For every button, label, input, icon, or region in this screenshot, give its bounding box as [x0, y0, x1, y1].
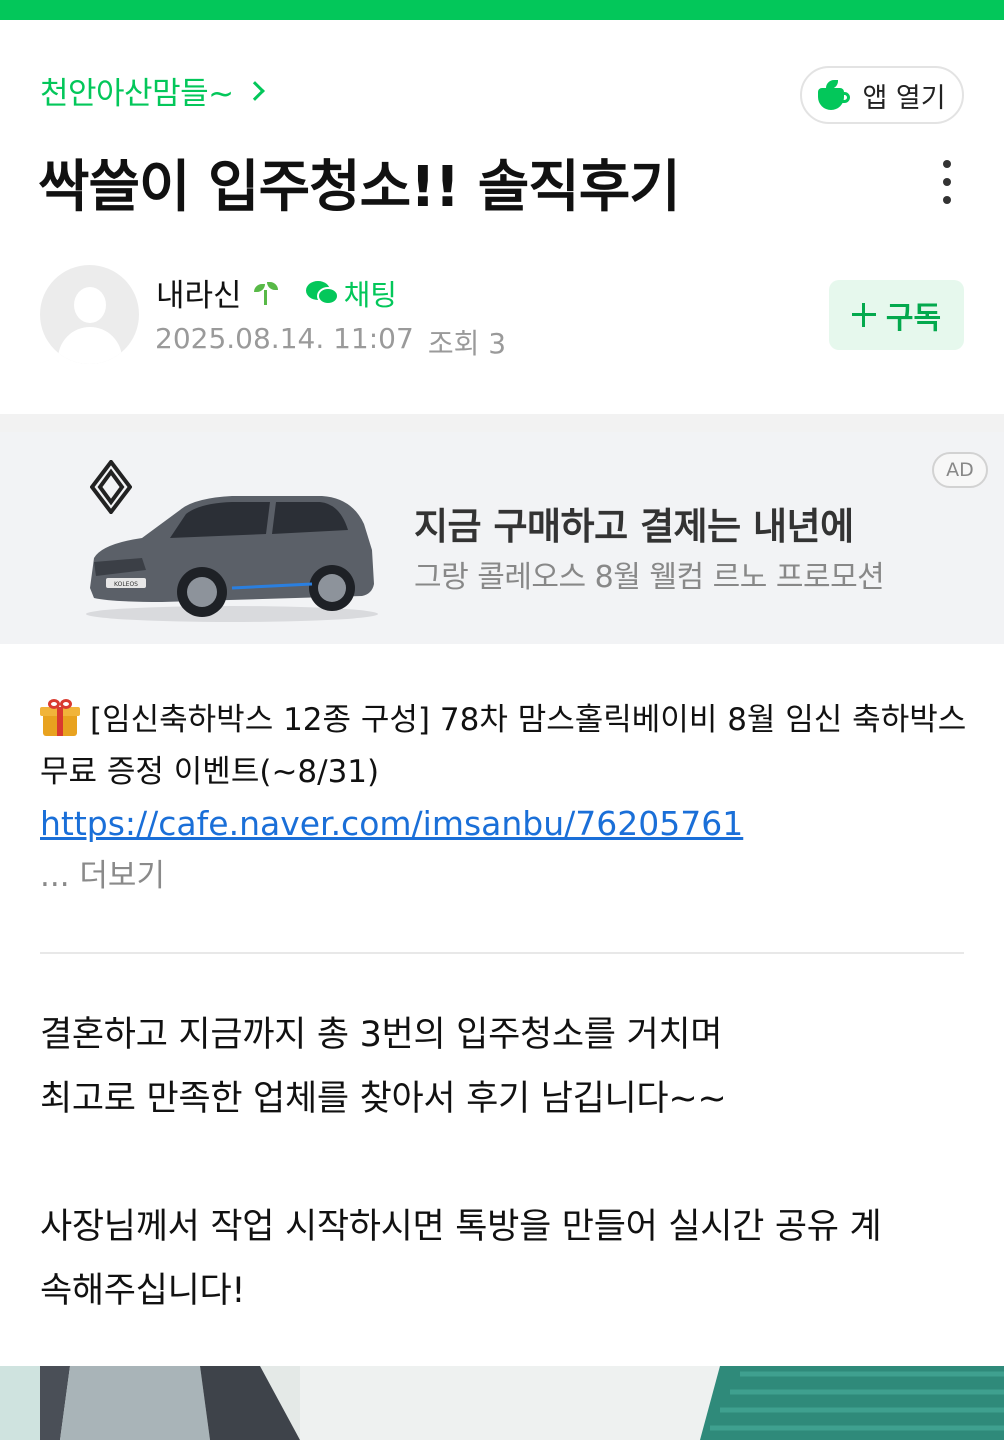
app-open-label: 앱 열기: [862, 82, 946, 114]
gift-icon: [40, 698, 80, 736]
avatar[interactable]: [40, 265, 139, 364]
plus-icon: [851, 303, 876, 327]
content-divider: [40, 952, 964, 954]
cafe-notice: [임신축하박스 12종 구성] 78차 맘스홀릭베이비 8월 임신 축하박스 무…: [40, 694, 970, 902]
section-divider: [0, 414, 1004, 432]
subscribe-button[interactable]: 구독: [829, 280, 964, 350]
body-line: 속해주십니다!: [40, 1271, 246, 1311]
cafe-name-link[interactable]: 천안아산맘들~: [40, 68, 265, 113]
coffee-cup-icon: [818, 80, 852, 110]
post-meta: 2025.08.14. 11:07 조회 3: [155, 322, 506, 362]
app-open-button[interactable]: 앱 열기: [800, 66, 964, 124]
post-photo[interactable]: [0, 1366, 1004, 1440]
author-name[interactable]: 내라신: [156, 270, 242, 315]
cafe-name: 천안아산맘들~: [40, 76, 234, 112]
subscribe-label: 구독: [885, 301, 942, 336]
post-title: 싹쓸이 입주청소!! 솔직후기: [38, 155, 681, 220]
ad-badge[interactable]: AD: [932, 452, 988, 488]
ad-headline: 지금 구매하고 결제는 내년에: [414, 505, 854, 548]
chevron-right-icon: [244, 80, 265, 101]
sprout-icon: [252, 280, 280, 306]
car-plate: KOLEOS: [114, 581, 138, 588]
body-line: 최고로 만족한 업체를 찾아서 후기 남깁니다~~: [40, 1079, 727, 1119]
post-body: 결혼하고 지금까지 총 3번의 입주청소를 거치며 최고로 만족한 업체를 찾아…: [40, 1003, 970, 1323]
chat-bubble-icon: [305, 279, 340, 307]
author-row: 내라신 채팅: [156, 270, 397, 315]
more-vertical-icon[interactable]: [940, 160, 954, 204]
chat-label: 채팅: [343, 277, 397, 312]
post-date: 2025.08.14. 11:07: [155, 322, 414, 355]
body-line: 사장님께서 작업 시작하시면 톡방을 만들어 실시간 공유 계: [40, 1207, 882, 1247]
car-image: KOLEOS: [86, 496, 378, 622]
view-count: 조회 3: [427, 327, 507, 360]
notice-link[interactable]: https://cafe.naver.com/imsanbu/76205761: [40, 798, 970, 850]
notice-text: [임신축하박스 12종 구성] 78차 맘스홀릭베이비 8월 임신 축하박스 무…: [40, 702, 967, 790]
ad-subline: 그랑 콜레오스 8월 웰컴 르노 프로모션: [414, 560, 885, 595]
chat-button[interactable]: 채팅: [305, 272, 397, 314]
body-line: 결혼하고 지금까지 총 3번의 입주청소를 거치며: [40, 1015, 723, 1055]
more-link[interactable]: ... 더보기: [40, 850, 970, 902]
top-status-bar: [0, 0, 1004, 20]
